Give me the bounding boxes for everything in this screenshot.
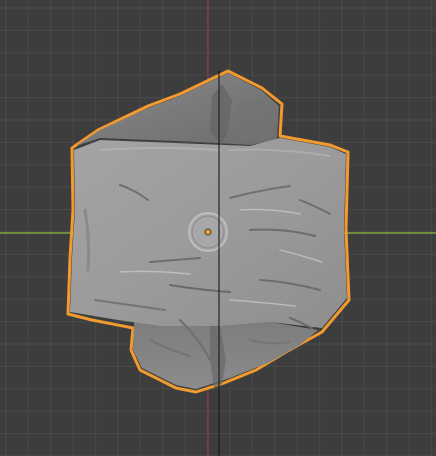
viewport-canvas[interactable]: [0, 0, 436, 456]
3d-viewport[interactable]: [0, 0, 436, 456]
origin-dot[interactable]: [204, 228, 212, 236]
